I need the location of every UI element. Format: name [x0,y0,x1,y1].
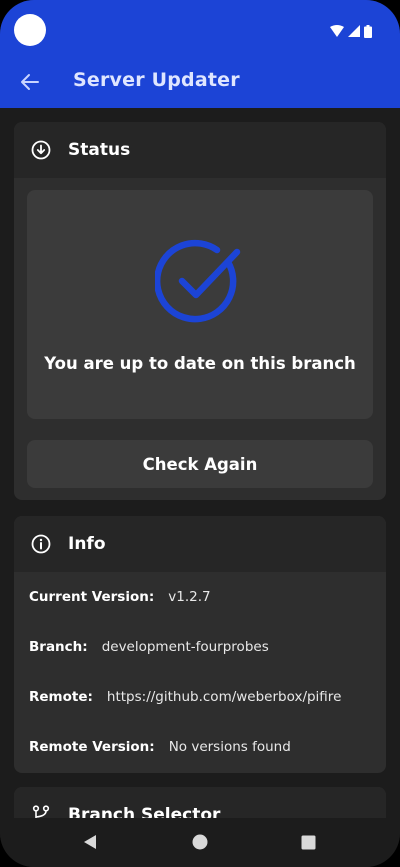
branch-selector-title: Branch Selector [68,805,221,818]
info-row-branch: Branch: development-fourprobes [29,637,269,657]
status-bar [0,0,400,58]
nav-home-button[interactable] [190,832,210,852]
info-value: development-fourprobes [101,639,269,655]
home-circle-icon [192,834,208,850]
recents-square-icon [301,835,315,849]
info-label: Current Version: [29,589,155,605]
status-card-header: Status [14,122,386,178]
device-screen: Server Updater Status You are up to date… [0,0,400,867]
back-button[interactable] [16,68,44,96]
status-message: You are up to date on this branch [44,354,356,373]
status-icons [330,24,372,38]
info-value: v1.2.7 [168,589,211,605]
info-circle-icon [30,533,52,555]
info-label: Branch: [29,639,88,655]
info-label: Remote Version: [29,739,155,755]
branch-selector-card: Branch Selector [14,787,386,818]
info-row-current-version: Current Version: v1.2.7 [29,587,211,607]
status-panel: You are up to date on this branch [27,190,373,419]
signal-icon [348,25,360,37]
info-label: Remote: [29,689,93,705]
info-card: Info Current Version: v1.2.7 Branch: dev… [14,516,386,773]
navigation-bar [0,818,400,867]
info-card-title: Info [68,534,106,554]
info-row-remote: Remote: https://github.com/weberbox/pifi… [29,687,341,707]
main-content[interactable]: Status You are up to date on this branch… [0,108,400,818]
source-branch-icon [30,804,52,818]
info-card-header: Info [14,516,386,572]
nav-back-button[interactable] [80,832,100,852]
status-card-title: Status [68,140,131,160]
info-row-remote-version: Remote Version: No versions found [29,737,291,757]
branch-selector-header[interactable]: Branch Selector [14,787,386,818]
battery-icon [364,24,372,38]
page-title: Server Updater [73,69,240,91]
wifi-icon [330,25,344,37]
info-value: No versions found [168,739,291,755]
camera-cutout [14,14,46,46]
nav-recents-button[interactable] [298,832,318,852]
download-circle-icon [30,139,52,161]
status-card: Status You are up to date on this branch… [14,122,386,500]
check-again-button[interactable]: Check Again [27,440,373,488]
back-triangle-icon [84,835,96,849]
arrow-left-icon [21,74,39,90]
info-value: https://github.com/weberbox/pifire [106,689,342,705]
check-circle-icon [155,239,241,323]
app-bar: Server Updater [0,58,400,108]
